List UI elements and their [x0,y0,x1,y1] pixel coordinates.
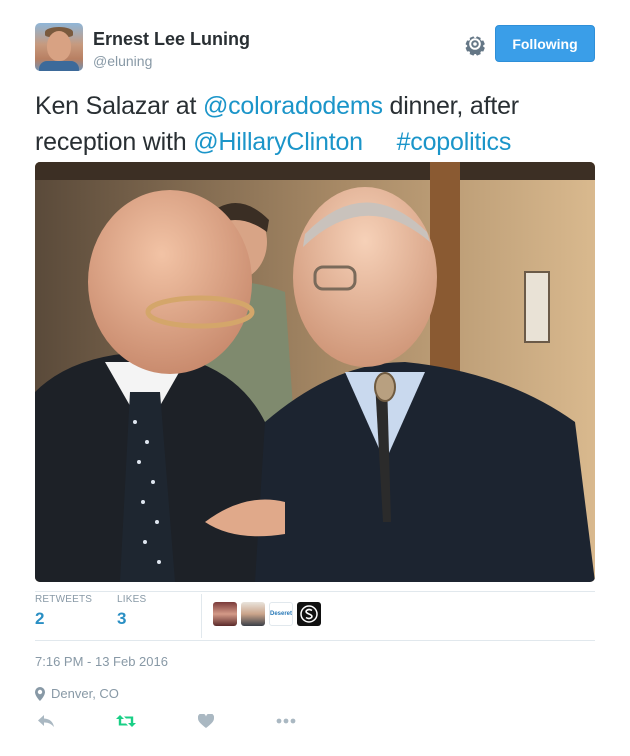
reply-button[interactable] [35,710,57,732]
divider [35,640,595,641]
retweets-label: RETWEETS [35,594,93,605]
reply-icon [38,715,54,727]
liker-avatar-1[interactable] [213,602,237,626]
author-avatar[interactable] [35,23,83,71]
gear-icon[interactable] [463,32,487,56]
liker-avatar-2[interactable] [241,602,265,626]
retweet-icon [116,715,136,727]
tweet-header: Ernest Lee Luning @eluning Following [35,23,595,75]
following-button[interactable]: Following [495,25,595,62]
liker-avatar-deseret[interactable]: Deseret [269,602,293,626]
deseret-logo-text: Deseret [270,611,293,617]
author-name[interactable]: Ernest Lee Luning [93,29,250,50]
tweet-actions [35,710,335,734]
tweet-text: Ken Salazar at @coloradodems dinner, aft… [35,88,595,160]
liker-avatar-s[interactable] [297,602,321,626]
tweet-text-part: Ken Salazar at [35,92,203,120]
divider [35,591,595,592]
retweets-stat[interactable]: RETWEETS 2 [35,594,92,629]
more-icon [276,718,296,724]
tweet-timestamp[interactable]: 7:16 PM - 13 Feb 2016 [35,654,168,669]
mention-coloradodems[interactable]: @coloradodems [203,92,383,120]
likes-stat[interactable]: LIKES 3 [117,594,146,629]
location-pin-icon [35,686,45,701]
tweet-text-spacer [363,128,397,156]
photo-illustration [35,162,595,582]
s-logo-icon [300,605,318,623]
tweet-location[interactable]: Denver, CO [35,686,119,701]
retweets-count: 2 [35,609,45,628]
author-handle[interactable]: @eluning [93,53,152,69]
likes-count: 3 [117,609,127,628]
tweet-stats: RETWEETS 2 LIKES 3 Deseret [35,594,595,638]
liker-avatars: Deseret [213,602,321,626]
more-button[interactable] [275,710,297,732]
likes-label: LIKES [117,594,147,605]
mention-hillaryclinton[interactable]: @HillaryClinton [193,128,363,156]
tweet-photo[interactable] [35,162,595,582]
heart-icon [198,714,214,728]
like-button[interactable] [195,710,217,732]
retweet-button[interactable] [115,710,137,732]
location-label: Denver, CO [51,686,119,701]
stats-separator [201,594,202,638]
hashtag-copolitics[interactable]: #copolitics [397,128,512,156]
